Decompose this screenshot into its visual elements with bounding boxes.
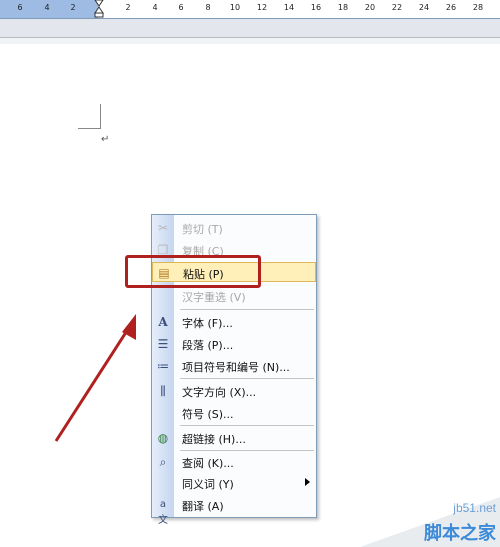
watermark-name: 脚本之家 <box>424 523 496 544</box>
pointer-arrow-icon <box>54 314 136 442</box>
watermark-url: jb51.net <box>453 501 496 515</box>
watermark: jb51.net 脚本之家 <box>360 497 500 547</box>
